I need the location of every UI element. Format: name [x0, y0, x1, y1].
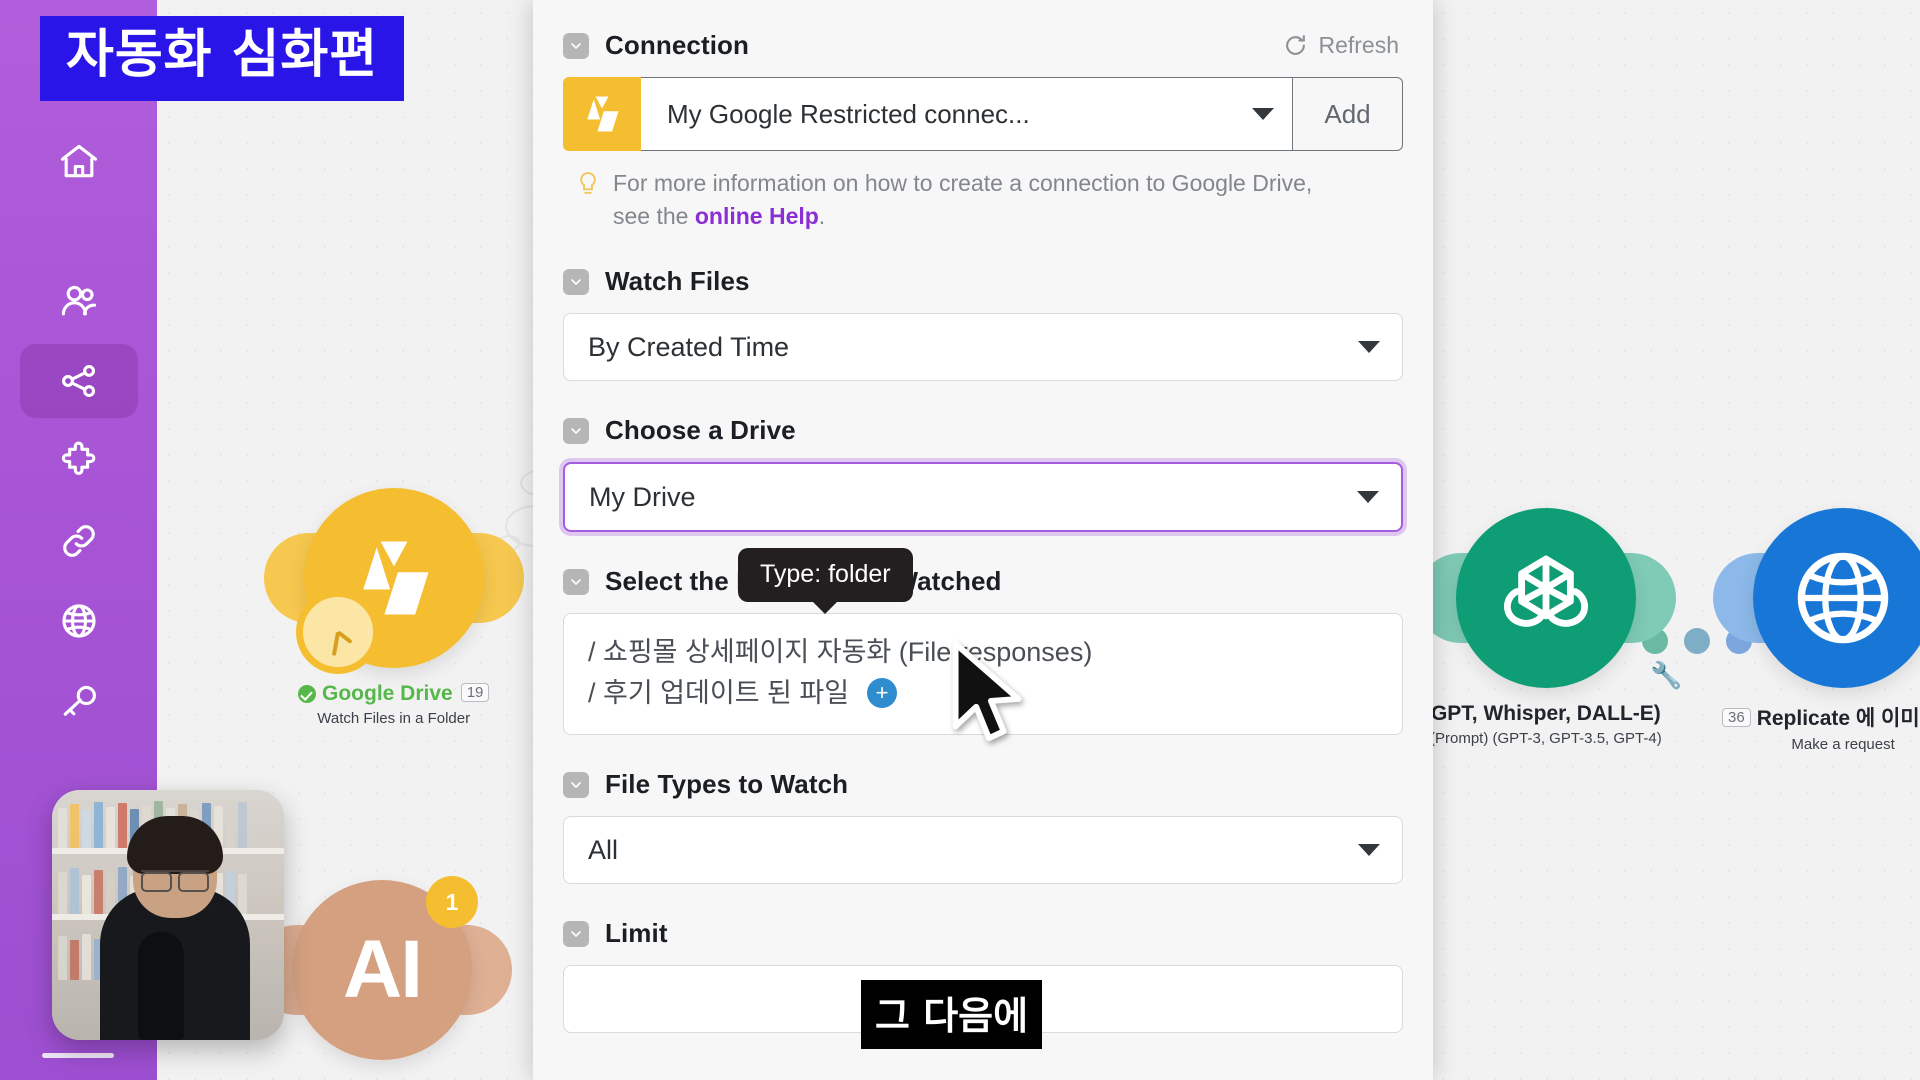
chevron-down-icon[interactable] [563, 568, 589, 595]
module-google-drive[interactable]: Google Drive 19 Watch Files in a Folder [295, 488, 490, 727]
module-settings-panel: Connection Refresh My Google Restricted … [533, 0, 1433, 1080]
file-types-value: All [588, 834, 619, 865]
section-title-choose-drive: Choose a Drive [605, 415, 796, 446]
module-google-drive-sublabel: Watch Files in a Folder [317, 710, 471, 727]
file-types-select[interactable]: All [563, 816, 1403, 885]
connection-hint: For more information on how to create a … [563, 167, 1403, 232]
share-icon [61, 364, 95, 398]
sidebar-item-team[interactable] [20, 264, 138, 338]
video-title-banner: 자동화 심화편 [40, 16, 405, 101]
users-icon [61, 285, 96, 316]
chevron-down-icon[interactable] [563, 417, 589, 444]
add-connection-button[interactable]: Add [1293, 77, 1403, 151]
section-header-choose-drive[interactable]: Choose a Drive [563, 415, 1403, 446]
module-google-drive-label: Google Drive 19 [298, 682, 490, 706]
openai-icon [1503, 555, 1588, 627]
module-openai-bubble[interactable] [1455, 508, 1636, 688]
link-icon [62, 525, 95, 557]
refresh-label: Refresh [1318, 32, 1399, 58]
sidebar-item-keys[interactable] [20, 664, 138, 738]
module-anthropic-bubble[interactable]: AI 1 [292, 876, 478, 1060]
section-header-limit[interactable]: Limit [563, 918, 1403, 949]
connection-select[interactable]: My Google Restricted connec... [641, 77, 1293, 151]
module-anthropic[interactable]: AI 1 [292, 876, 478, 1060]
choose-drive-select[interactable]: My Drive [563, 462, 1403, 533]
chevron-down-icon[interactable] [563, 771, 589, 798]
module-openai-sublabel: (Prompt) (GPT-3, GPT-3.5, GPT-4) [1430, 730, 1662, 747]
key-icon [63, 685, 96, 716]
module-openai[interactable]: GPT, Whisper, DALL-E) (Prompt) (GPT-3, G… [1430, 508, 1662, 747]
refresh-button[interactable]: Refresh [1283, 32, 1403, 59]
sidebar-item-webhooks[interactable] [20, 584, 138, 658]
webcam-overlay [52, 790, 284, 1040]
chevron-down-icon [1357, 491, 1379, 504]
module-replicate-bubble[interactable] [1753, 508, 1920, 688]
refresh-icon [1286, 35, 1306, 55]
microphone-icon [138, 932, 184, 1040]
connection-hint-text: For more information on how to create a … [613, 170, 1313, 229]
section-title-file-types: File Types to Watch [605, 769, 849, 800]
chevron-down-icon[interactable] [563, 268, 589, 295]
webcam-person-glasses [141, 870, 209, 892]
module-replicate-label: 36Replicate 에 이미지 요 [1722, 702, 1920, 732]
video-title-text: 자동화 심화편 [66, 25, 379, 85]
chevron-down-icon [1252, 108, 1274, 120]
module-badge: 36 [1722, 708, 1751, 727]
chevron-down-icon[interactable] [563, 32, 589, 59]
module-openai-label: GPT, Whisper, DALL-E) [1430, 702, 1661, 725]
section-header-connection[interactable]: Connection Refresh [563, 30, 1403, 61]
type-tooltip: Type: folder [738, 548, 913, 602]
choose-drive-value: My Drive [589, 481, 696, 512]
connection-value: My Google Restricted connec... [667, 98, 1030, 129]
section-header-watch-files[interactable]: Watch Files [563, 266, 1403, 297]
globe-icon [1797, 552, 1889, 644]
globe-icon [61, 604, 96, 638]
chevron-down-icon [1358, 844, 1380, 857]
section-title-connection: Connection [605, 30, 749, 60]
lightbulb-icon [575, 170, 601, 232]
module-status-ok-icon [298, 685, 316, 703]
sidebar-item-home[interactable] [20, 124, 138, 198]
google-drive-icon [563, 77, 641, 151]
sidebar-item-connections[interactable] [20, 504, 138, 578]
module-badge: 1 [426, 876, 478, 928]
section-header-select-folder[interactable]: Select the Folder to be Watched [563, 566, 1403, 597]
module-google-drive-bubble[interactable] [295, 488, 484, 674]
webcam-person-head [127, 816, 223, 918]
chevron-down-icon[interactable] [563, 920, 589, 947]
sidebar-item-scenarios[interactable] [19, 344, 138, 418]
watch-files-value: By Created Time [588, 331, 790, 362]
section-title-watch-files: Watch Files [605, 266, 750, 297]
puzzle-icon [61, 441, 95, 475]
module-replicate-sublabel: Make a request [1791, 736, 1895, 753]
online-help-link[interactable]: online Help [695, 203, 819, 229]
home-icon [60, 144, 97, 178]
mouse-cursor [947, 640, 1027, 755]
sidebar-bottom-indicator [42, 1053, 114, 1058]
module-replicate[interactable]: 36Replicate 에 이미지 요 Make a request [1722, 508, 1920, 753]
section-title-limit: Limit [605, 918, 668, 949]
chevron-down-icon [1358, 341, 1380, 354]
anthropic-icon: AI [343, 924, 423, 1015]
add-folder-icon[interactable]: + [867, 678, 898, 709]
folder-path-line-2: / 후기 업데이트 된 파일 [588, 677, 850, 708]
screen: Google Drive 19 Watch Files in a Folder A… [0, 0, 1920, 1080]
sidebar-item-templates[interactable] [20, 424, 138, 498]
watch-files-select[interactable]: By Created Time [563, 313, 1403, 382]
section-header-file-types[interactable]: File Types to Watch [563, 769, 1403, 800]
module-badge: 19 [460, 683, 490, 702]
schedule-clock-icon [295, 590, 380, 674]
video-caption: 그 다음에 [861, 980, 1043, 1049]
connection-row: My Google Restricted connec... Add [563, 77, 1403, 151]
sidebar-icon-list [0, 118, 157, 744]
